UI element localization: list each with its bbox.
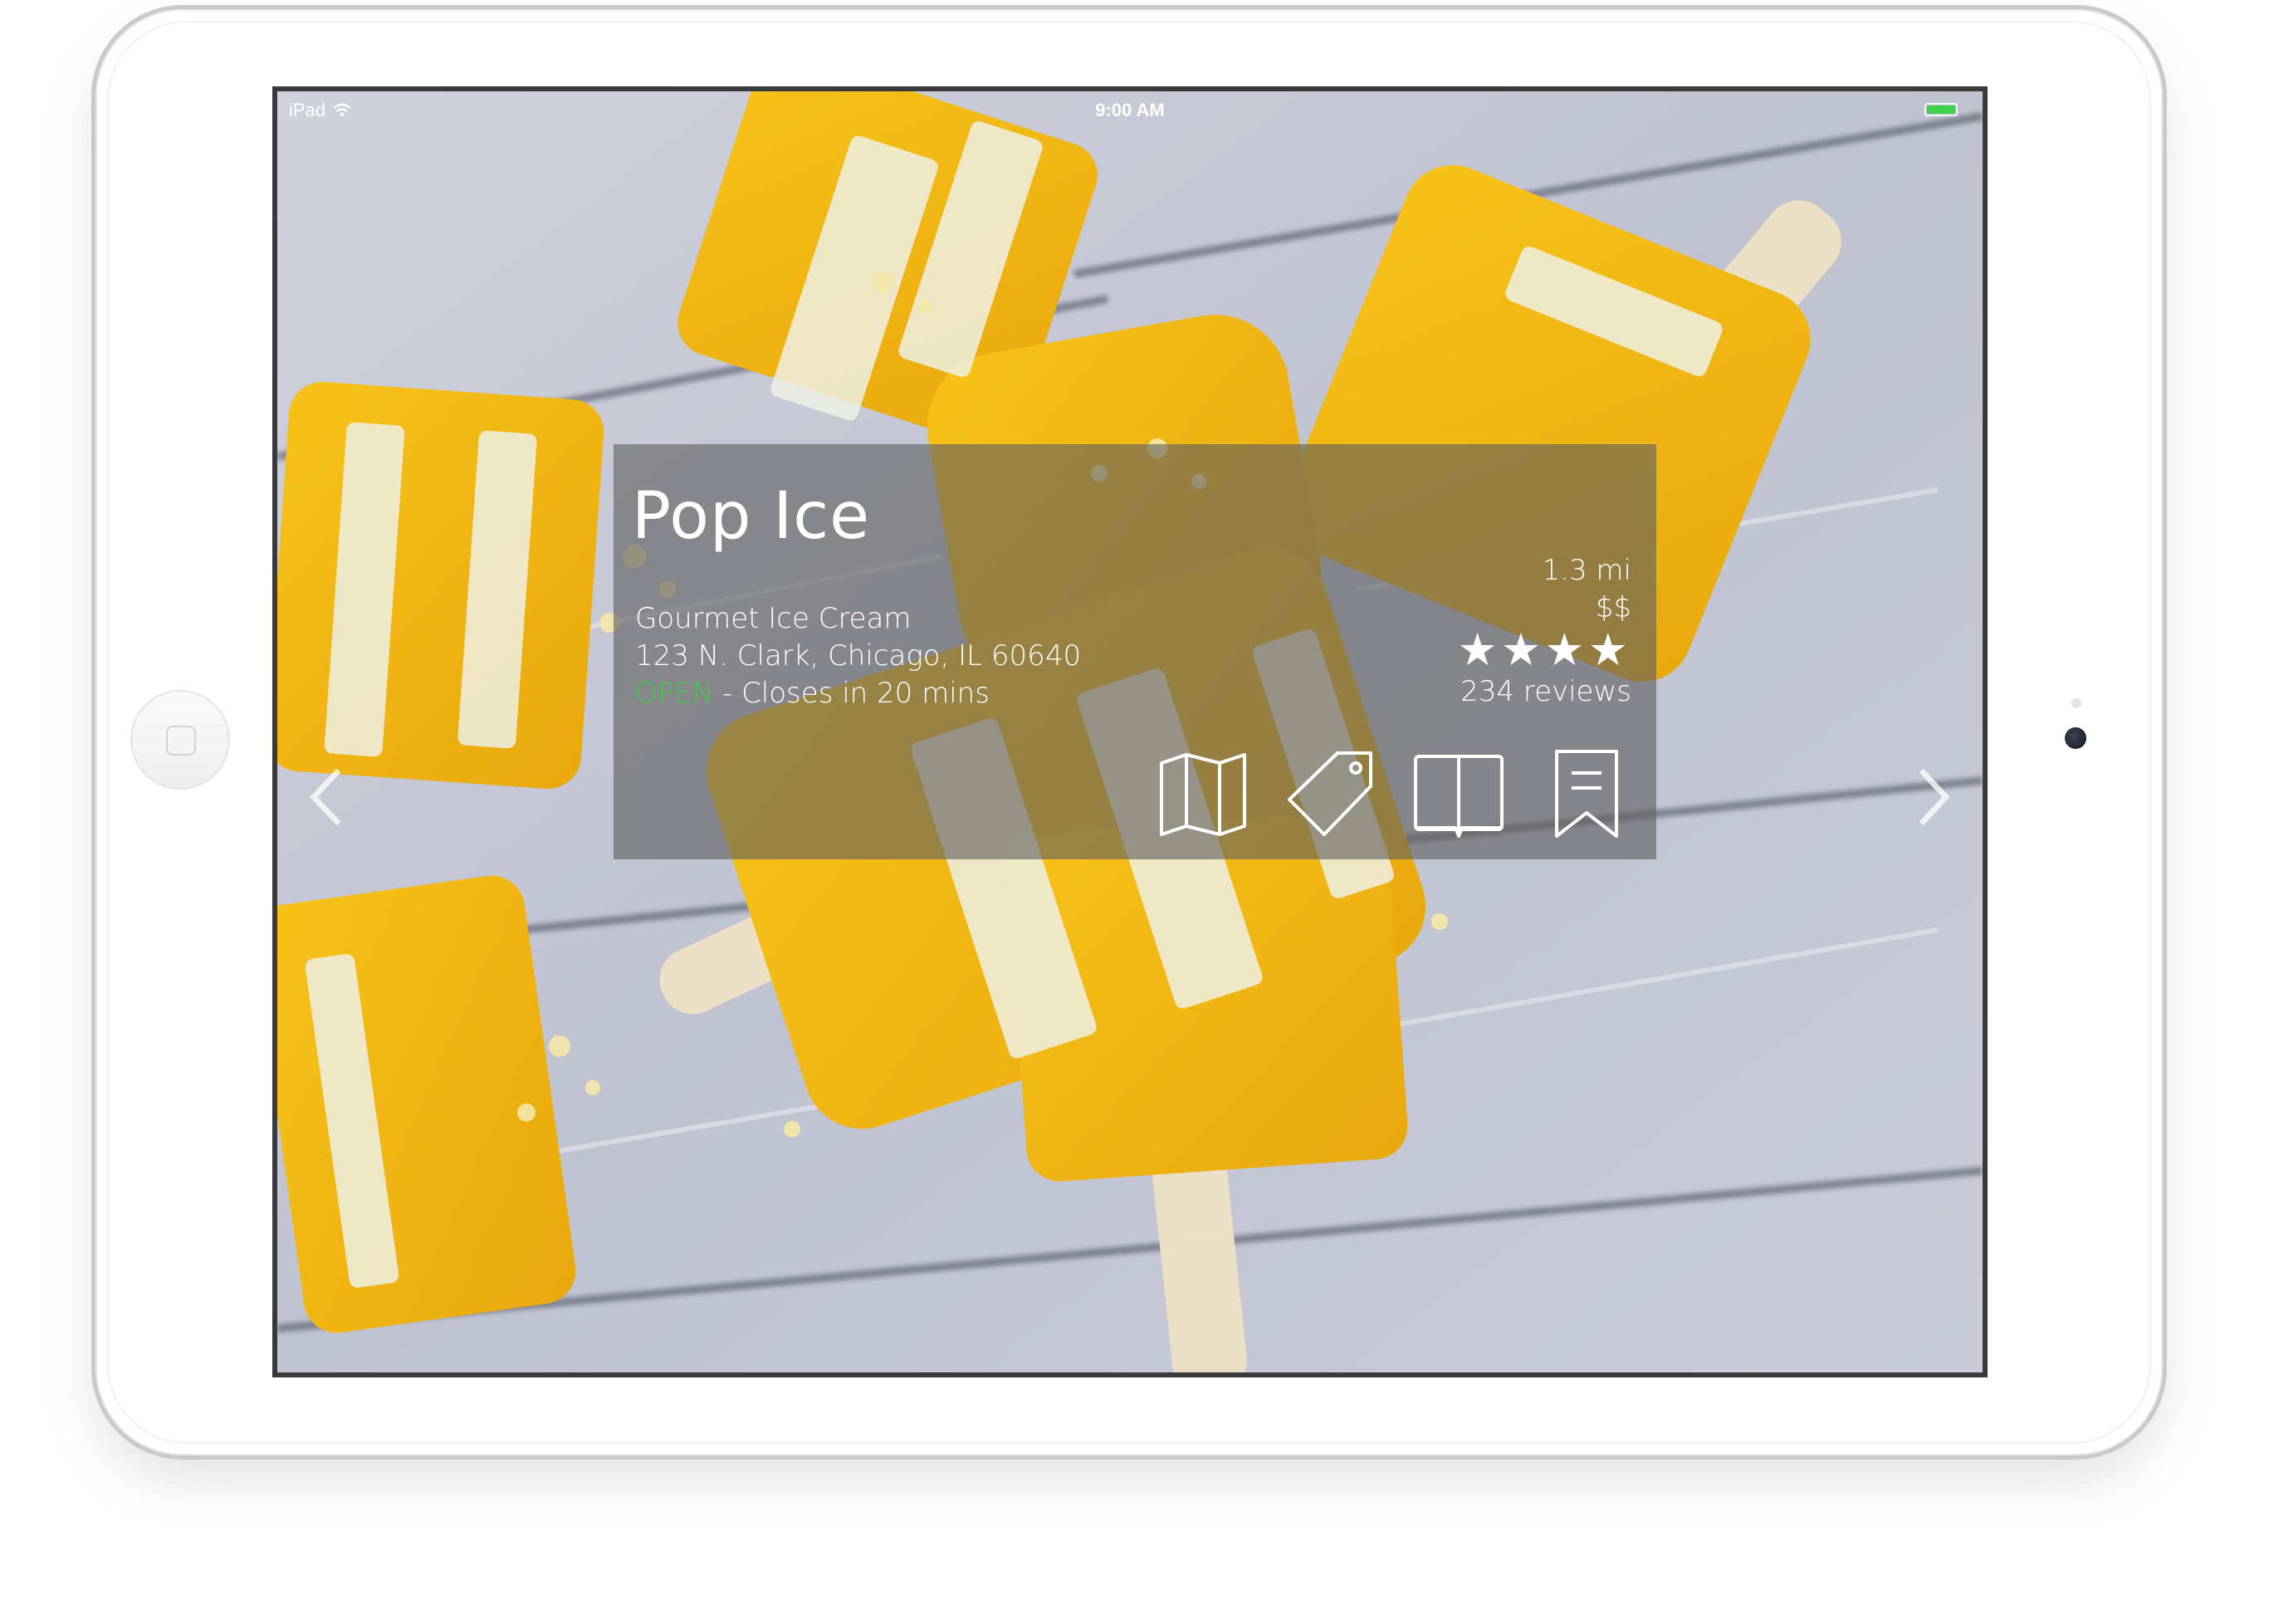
distance: 1.3 mi	[1542, 554, 1631, 587]
home-button[interactable]	[130, 690, 230, 790]
home-button-square	[166, 726, 196, 756]
status-time: 9:00 AM	[1095, 100, 1165, 120]
chevron-right-icon[interactable]	[1908, 756, 1958, 839]
open-status: OPEN	[635, 677, 714, 710]
price-level: $$	[1595, 591, 1631, 624]
place-address[interactable]: 123 N. Clark, Chicago, IL 60640	[635, 638, 1081, 675]
battery-icon	[1924, 103, 1958, 116]
chevron-left-icon[interactable]	[302, 756, 352, 839]
book-icon[interactable]	[1412, 748, 1505, 841]
screen-content: iPad 9:00 AM Pop Ice Gourmet Ice Cream 1…	[277, 91, 1983, 1372]
bookmark-icon[interactable]	[1540, 748, 1633, 841]
place-category: Gourmet Ice Cream	[635, 602, 912, 635]
map-icon[interactable]	[1157, 748, 1249, 841]
place-card: Pop Ice Gourmet Ice Cream 123 N. Clark, …	[614, 444, 1656, 859]
status-bar: iPad 9:00 AM	[277, 91, 1983, 125]
review-count[interactable]: 234 reviews	[1457, 673, 1631, 711]
screen: iPad 9:00 AM Pop Ice Gourmet Ice Cream 1…	[272, 86, 1988, 1377]
front-camera	[2065, 727, 2086, 749]
tag-icon[interactable]	[1284, 748, 1377, 841]
closing-time: - Closes in 20 mins	[713, 677, 990, 710]
action-bar	[1157, 748, 1633, 841]
light-sensor	[2071, 698, 2081, 708]
place-name: Pop Ice	[632, 479, 871, 554]
place-hours: OPEN - Closes in 20 mins	[635, 675, 1081, 712]
place-details: Gourmet Ice Cream 123 N. Clark, Chicago,…	[635, 600, 1081, 712]
battery-fill	[1927, 105, 1955, 114]
star-rating: ★★★★	[1457, 624, 1631, 676]
place-meta: 1.3 mi $$ ★★★★ 234 reviews	[1457, 552, 1631, 711]
